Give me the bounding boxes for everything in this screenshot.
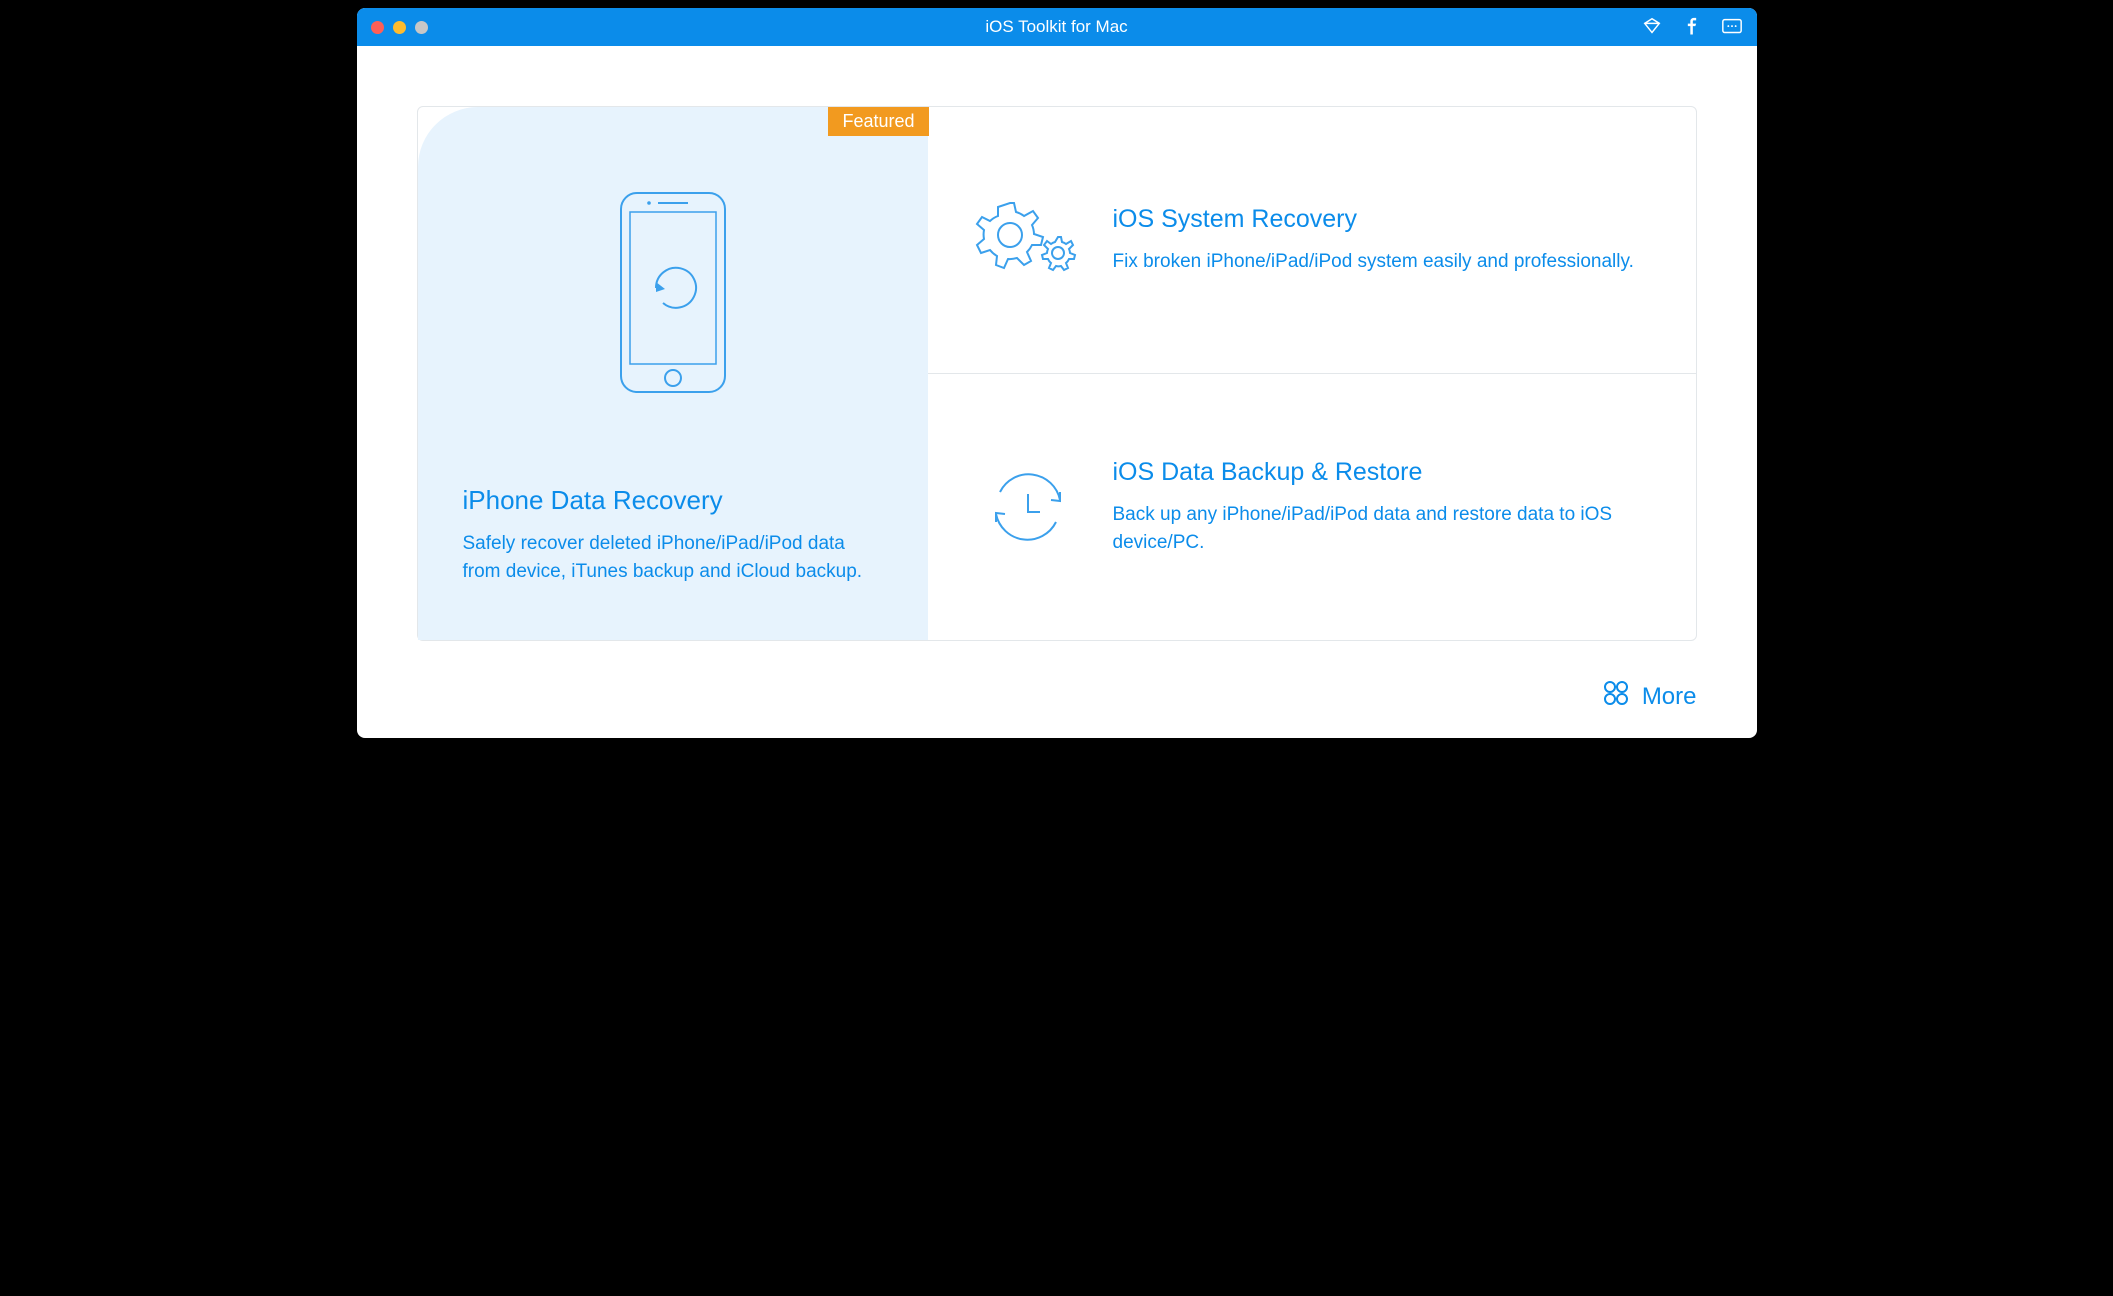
backup-restore-icon: [963, 462, 1093, 552]
more-label: More: [1642, 683, 1697, 711]
card-ios-data-backup-restore[interactable]: iOS Data Backup & Restore Back up any iP…: [928, 373, 1696, 640]
card-title: iOS Data Backup & Restore: [1113, 458, 1656, 487]
grid-icon: [1602, 679, 1630, 714]
card-title: iPhone Data Recovery: [463, 485, 883, 516]
phone-recovery-icon: [463, 147, 883, 437]
titlebar-actions: [1641, 16, 1743, 38]
featured-badge: Featured: [828, 107, 928, 136]
card-text: iOS System Recovery Fix broken iPhone/iP…: [1093, 205, 1656, 276]
cards-container: Featured iPhone Data Recovery Safely rec…: [417, 106, 1697, 641]
card-title: iOS System Recovery: [1113, 205, 1656, 234]
app-window: iOS Toolkit for Mac Featured: [357, 8, 1757, 738]
maximize-button[interactable]: [415, 21, 428, 34]
gears-icon: [963, 193, 1093, 288]
card-ios-system-recovery[interactable]: iOS System Recovery Fix broken iPhone/iP…: [928, 107, 1696, 373]
card-description: Safely recover deleted iPhone/iPad/iPod …: [463, 530, 883, 585]
footer: More: [357, 661, 1757, 738]
close-button[interactable]: [371, 21, 384, 34]
card-description: Fix broken iPhone/iPad/iPod system easil…: [1113, 248, 1656, 276]
feedback-icon[interactable]: [1721, 16, 1743, 38]
minimize-button[interactable]: [393, 21, 406, 34]
content-area: Featured iPhone Data Recovery Safely rec…: [357, 46, 1757, 661]
window-title: iOS Toolkit for Mac: [357, 17, 1757, 37]
card-iphone-data-recovery[interactable]: Featured iPhone Data Recovery Safely rec…: [418, 107, 928, 640]
card-description: Back up any iPhone/iPad/iPod data and re…: [1113, 501, 1656, 556]
card-text: iOS Data Backup & Restore Back up any iP…: [1093, 458, 1656, 556]
cards-right-column: iOS System Recovery Fix broken iPhone/iP…: [928, 107, 1696, 640]
more-button[interactable]: More: [1602, 679, 1697, 714]
facebook-icon[interactable]: [1681, 16, 1703, 38]
diamond-icon[interactable]: [1641, 16, 1663, 38]
titlebar: iOS Toolkit for Mac: [357, 8, 1757, 46]
window-controls: [371, 21, 428, 34]
